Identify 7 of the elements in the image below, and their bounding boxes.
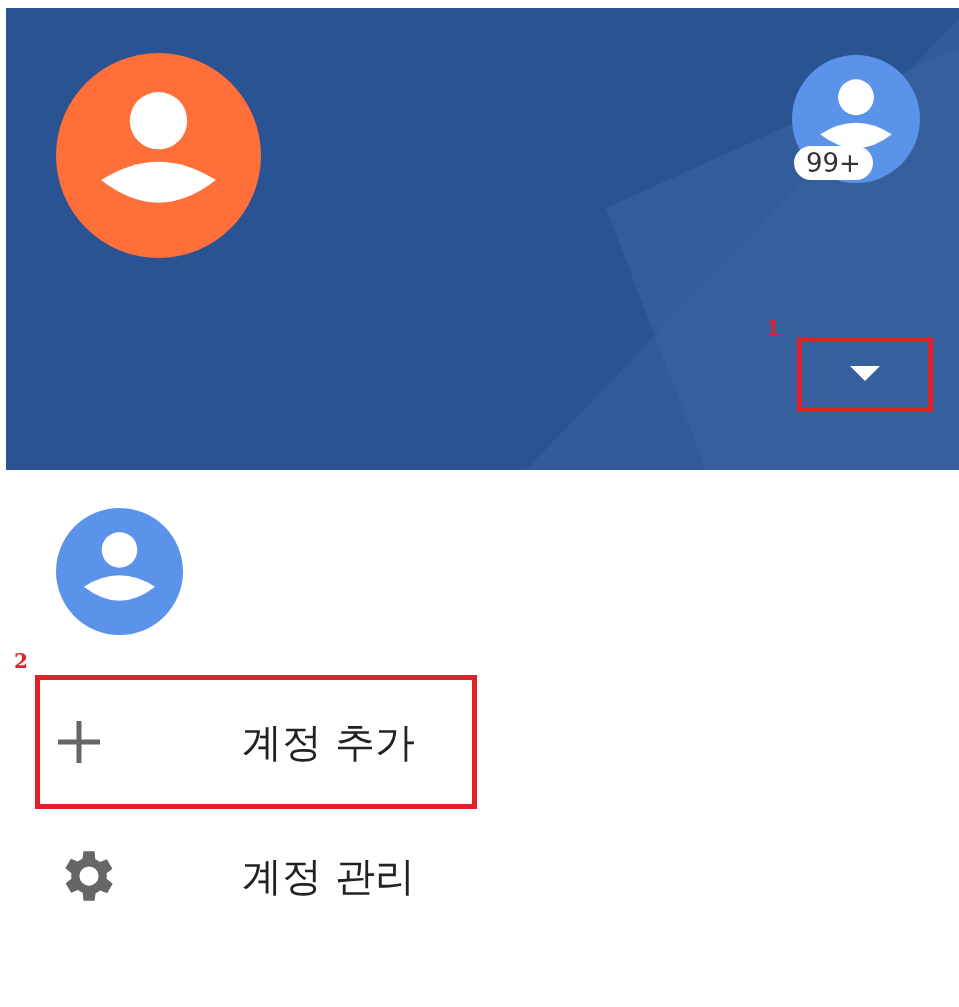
- menu-item[interactable]: 계정 추가: [242, 714, 415, 770]
- dropdown-icon[interactable]: [849, 365, 880, 382]
- annotation-number: 1: [766, 316, 780, 340]
- menu-item[interactable]: 계정 관리: [242, 848, 415, 904]
- plus-icon: [56, 719, 102, 765]
- annotation-number: 2: [14, 649, 28, 673]
- notification-badge: 99+: [794, 146, 873, 180]
